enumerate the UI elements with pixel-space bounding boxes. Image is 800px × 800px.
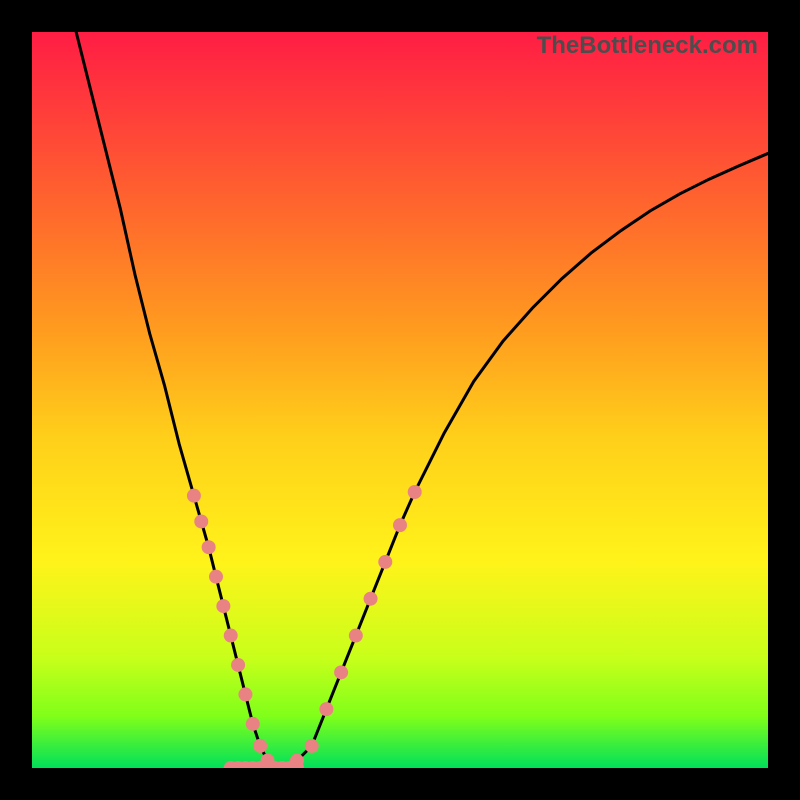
- gradient-background: [32, 32, 768, 768]
- marker-dot: [408, 485, 422, 499]
- marker-dot: [393, 518, 407, 532]
- marker-dot: [194, 514, 208, 528]
- marker-dot: [253, 739, 267, 753]
- plot-area: TheBottleneck.com: [32, 32, 768, 768]
- marker-dot: [224, 629, 238, 643]
- chart-svg: [32, 32, 768, 768]
- marker-dot: [378, 555, 392, 569]
- marker-dot: [305, 739, 319, 753]
- marker-dot: [246, 717, 260, 731]
- marker-dot: [334, 665, 348, 679]
- marker-dot: [231, 658, 245, 672]
- marker-dot: [209, 570, 223, 584]
- marker-dot: [364, 592, 378, 606]
- marker-dot: [319, 702, 333, 716]
- marker-dot: [216, 599, 230, 613]
- chart-frame: TheBottleneck.com: [0, 0, 800, 800]
- marker-dot: [187, 489, 201, 503]
- marker-dot: [202, 540, 216, 554]
- marker-dot: [238, 687, 252, 701]
- marker-dot: [349, 629, 363, 643]
